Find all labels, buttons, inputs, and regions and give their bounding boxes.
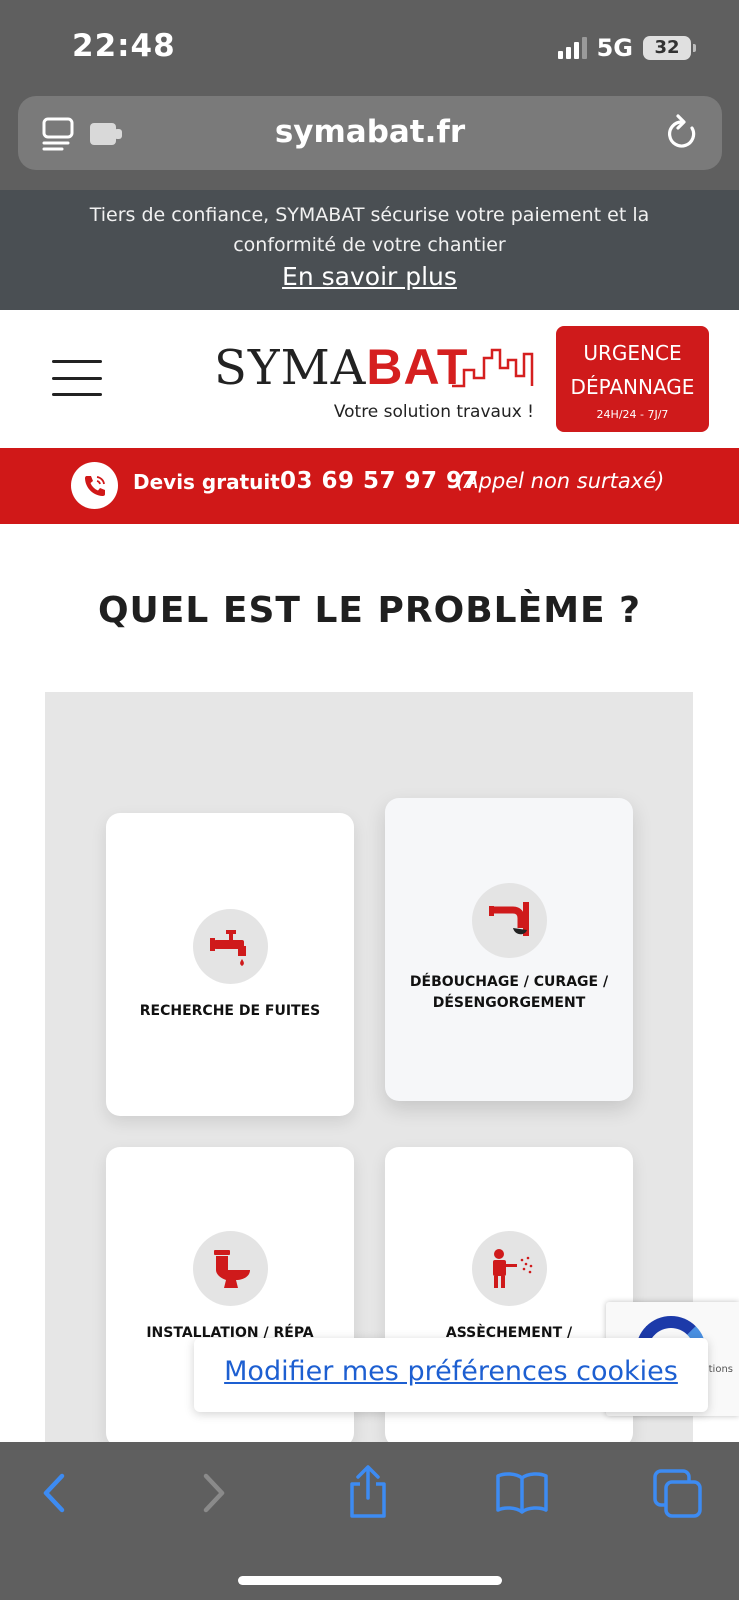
card-label: RECHERCHE DE FUITES xyxy=(139,1003,321,1019)
emergency-line2: DÉPANNAGE xyxy=(570,375,695,399)
toilet-icon xyxy=(193,1231,268,1306)
site-logo[interactable]: SYMABAT Votre solution travaux ! xyxy=(214,338,534,428)
bookmarks-icon[interactable] xyxy=(494,1470,550,1516)
home-indicator xyxy=(238,1576,502,1585)
status-time: 22:48 xyxy=(72,28,176,64)
site-header: SYMABAT Votre solution travaux ! URGENCE… xyxy=(0,310,739,448)
logo-tagline: Votre solution travaux ! xyxy=(333,402,534,422)
logo-prefix: SYMA xyxy=(214,340,367,396)
back-icon[interactable] xyxy=(38,1470,72,1516)
logo-wordmark: SYMABAT xyxy=(214,338,468,396)
ios-status-area: 22:48 5G 32 symabat.fr xyxy=(0,0,739,190)
signal-icon xyxy=(557,37,587,59)
learn-more-link[interactable]: En savoir plus xyxy=(0,262,739,291)
battery-icon: 32 xyxy=(643,36,696,60)
skyline-icon xyxy=(452,348,534,388)
cookie-preferences-button[interactable]: Modifier mes préférences cookies xyxy=(194,1338,708,1412)
browser-toolbar xyxy=(0,1442,739,1600)
announcement-text: Tiers de confiance, SYMABAT sécurise vot… xyxy=(89,204,650,256)
pipe-icon xyxy=(472,883,547,958)
status-indicators: 5G 32 xyxy=(557,34,696,62)
url-text[interactable]: symabat.fr xyxy=(18,114,722,150)
announcement-bar: Tiers de confiance, SYMABAT sécurise vot… xyxy=(0,190,739,310)
menu-line xyxy=(52,376,102,380)
emergency-line1: URGENCE xyxy=(583,341,682,365)
faucet-icon xyxy=(193,909,268,984)
reload-icon[interactable] xyxy=(664,114,700,152)
emergency-hours: 24H/24 - 7J/7 xyxy=(596,408,669,421)
card-leak-detection[interactable]: RECHERCHE DE FUITES xyxy=(106,813,354,1116)
phone-note: (Appel non surtaxé) xyxy=(456,469,665,493)
url-bar[interactable]: symabat.fr xyxy=(18,96,722,170)
recaptcha-text: itions xyxy=(705,1364,733,1375)
section-title: QUEL EST LE PROBLÈME ? xyxy=(97,590,642,631)
sprayer-icon xyxy=(472,1231,547,1306)
menu-line xyxy=(52,360,102,363)
cookie-preferences-link[interactable]: Modifier mes préférences cookies xyxy=(224,1356,678,1387)
phone-icon xyxy=(71,462,118,509)
phone-number[interactable]: 03 69 57 97 97 xyxy=(280,468,479,494)
card-unclogging[interactable]: DÉBOUCHAGE / CURAGE / DÉSENGORGEMENT xyxy=(385,798,633,1101)
phone-bar[interactable]: Devis gratuit 03 69 57 97 97 (Appel non … xyxy=(0,448,739,524)
network-label: 5G xyxy=(596,34,633,62)
free-quote-label: Devis gratuit xyxy=(133,470,280,494)
menu-button[interactable] xyxy=(52,360,102,396)
emergency-button[interactable]: URGENCE DÉPANNAGE 24H/24 - 7J/7 xyxy=(556,326,709,432)
tabs-icon[interactable] xyxy=(652,1468,704,1520)
card-label: DÉBOUCHAGE / CURAGE / DÉSENGORGEMENT xyxy=(409,974,609,1011)
forward-icon[interactable] xyxy=(196,1470,230,1516)
share-icon[interactable] xyxy=(344,1464,392,1520)
menu-line xyxy=(52,393,102,396)
